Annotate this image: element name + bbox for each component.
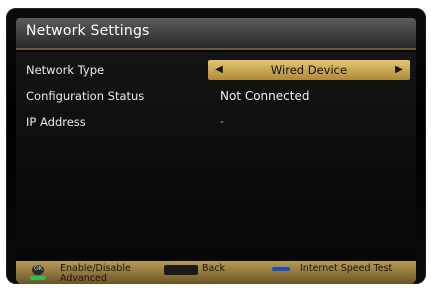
blue-key-icon xyxy=(272,267,290,271)
return-key-icon xyxy=(164,265,198,275)
configuration-status-value: Not Connected xyxy=(220,89,310,103)
title-bar: Network Settings xyxy=(16,18,416,50)
ok-button-icon xyxy=(32,265,44,275)
setting-row-configuration-status: Configuration Status Not Connected xyxy=(16,86,416,108)
network-type-label: Network Type xyxy=(26,63,105,77)
green-key-icon xyxy=(30,276,46,280)
footer-hints: Enable/Disable Advanced Back Internet Sp… xyxy=(16,261,416,284)
page-title: Network Settings xyxy=(26,23,150,39)
network-type-value: Wired Device xyxy=(270,63,348,77)
ip-address-value: - xyxy=(220,115,224,128)
network-type-selector[interactable]: ◀ Wired Device ▶ xyxy=(208,60,410,80)
settings-list: Network Type ◀ Wired Device ▶ Configurat… xyxy=(16,52,416,258)
hint-internet-speed-test: Internet Speed Test xyxy=(300,263,393,274)
hint-back: Back xyxy=(202,263,226,274)
hint-advanced: Advanced xyxy=(60,273,107,284)
right-arrow-icon[interactable]: ▶ xyxy=(392,62,406,78)
ip-address-label: IP Address xyxy=(26,115,86,129)
configuration-status-label: Configuration Status xyxy=(26,89,145,103)
tv-settings-panel: Network Settings Network Type ◀ Wired De… xyxy=(6,8,426,284)
setting-row-network-type[interactable]: Network Type ◀ Wired Device ▶ xyxy=(16,60,416,82)
setting-row-ip-address: IP Address - xyxy=(16,112,416,134)
